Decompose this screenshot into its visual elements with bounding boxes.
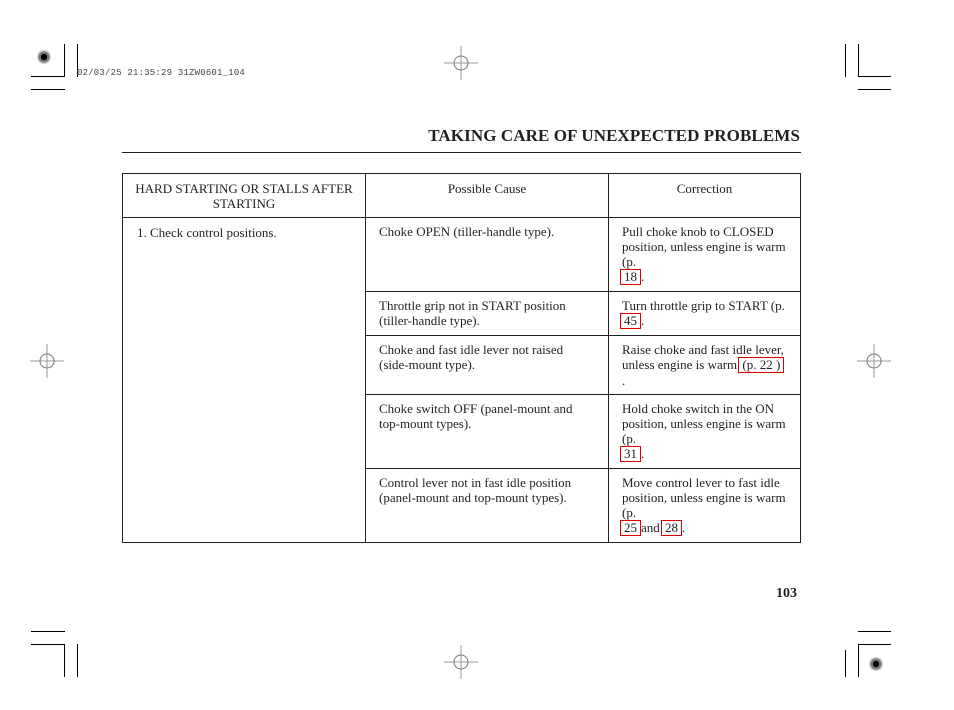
page-reference-link[interactable]: 18 [620, 269, 641, 285]
page-reference-link[interactable]: 31 [620, 446, 641, 462]
print-slug: 02/03/25 21:35:29 31ZW0601_104 [77, 68, 246, 78]
correction-punct: . [682, 520, 686, 535]
crop-mark [77, 644, 78, 677]
troubleshooting-table: HARD STARTING OR STALLS AFTER STARTING P… [122, 173, 801, 543]
crop-mark [858, 644, 859, 677]
correction-cell: Pull choke knob to CLOSED position, unle… [608, 217, 801, 292]
crop-mark [31, 76, 65, 77]
crop-mark [31, 89, 65, 90]
crop-mark [64, 44, 65, 77]
correction-text: Hold choke switch in the ON position, un… [622, 401, 786, 446]
page-reference-link[interactable]: (p. 22 ) [738, 357, 785, 373]
cause-cell: Choke and fast idle lever not raised (si… [365, 335, 609, 395]
correction-cell: Move control lever to fast idle position… [608, 468, 801, 543]
crop-mark [858, 89, 891, 90]
page-reference-link[interactable]: 25 [620, 520, 641, 536]
correction-text: Pull choke knob to CLOSED position, unle… [622, 224, 786, 269]
correction-punct: . [641, 313, 645, 328]
crop-mark [858, 76, 891, 77]
correction-text: Turn throttle grip to START (p. [622, 298, 785, 313]
crop-mark [31, 644, 65, 645]
correction-punct: . [641, 269, 645, 284]
correction-cell: Turn throttle grip to START (p. 45 . [608, 291, 801, 336]
crop-mark [858, 631, 891, 632]
registration-target-icon [37, 50, 51, 64]
page-number: 103 [776, 586, 797, 601]
cause-cell: Throttle grip not in START position (til… [365, 291, 609, 336]
cause-cell: Choke OPEN (tiller-handle type). [365, 217, 609, 292]
correction-punct: . [622, 373, 626, 388]
check-step: 1. Check control positions. [122, 217, 366, 543]
crop-mark [858, 44, 859, 77]
header-rule [122, 152, 801, 153]
registration-crosshair-icon [30, 344, 64, 378]
section-title: TAKING CARE OF UNEXPECTED PROBLEMS [428, 126, 800, 145]
correction-cell: Raise choke and fast idle lever, unless … [608, 335, 801, 395]
crop-mark [31, 631, 65, 632]
correction-text: Move control lever to fast idle position… [622, 475, 786, 520]
registration-crosshair-icon [444, 645, 478, 679]
crop-mark [858, 644, 891, 645]
crop-mark [845, 44, 846, 77]
cause-cell: Choke switch OFF (panel-mount and top-mo… [365, 394, 609, 469]
page-reference-link[interactable]: 28 [661, 520, 683, 536]
registration-target-icon [869, 657, 883, 671]
header-symptom: HARD STARTING OR STALLS AFTER STARTING [122, 173, 366, 218]
page-reference-link[interactable]: 45 [620, 313, 641, 329]
correction-cell: Hold choke switch in the ON position, un… [608, 394, 801, 469]
correction-punct: . [641, 446, 645, 461]
table-header-row: HARD STARTING OR STALLS AFTER STARTING P… [122, 173, 801, 218]
header-possible-cause: Possible Cause [365, 173, 609, 218]
registration-crosshair-icon [857, 344, 891, 378]
correction-text: and [641, 520, 660, 535]
header-correction: Correction [608, 173, 801, 218]
crop-mark [845, 650, 846, 677]
registration-crosshair-icon [444, 46, 478, 80]
table-row: 1. Check control positions. Choke OPEN (… [122, 217, 801, 543]
cause-cell: Control lever not in fast idle position … [365, 468, 609, 543]
crop-mark [64, 644, 65, 677]
